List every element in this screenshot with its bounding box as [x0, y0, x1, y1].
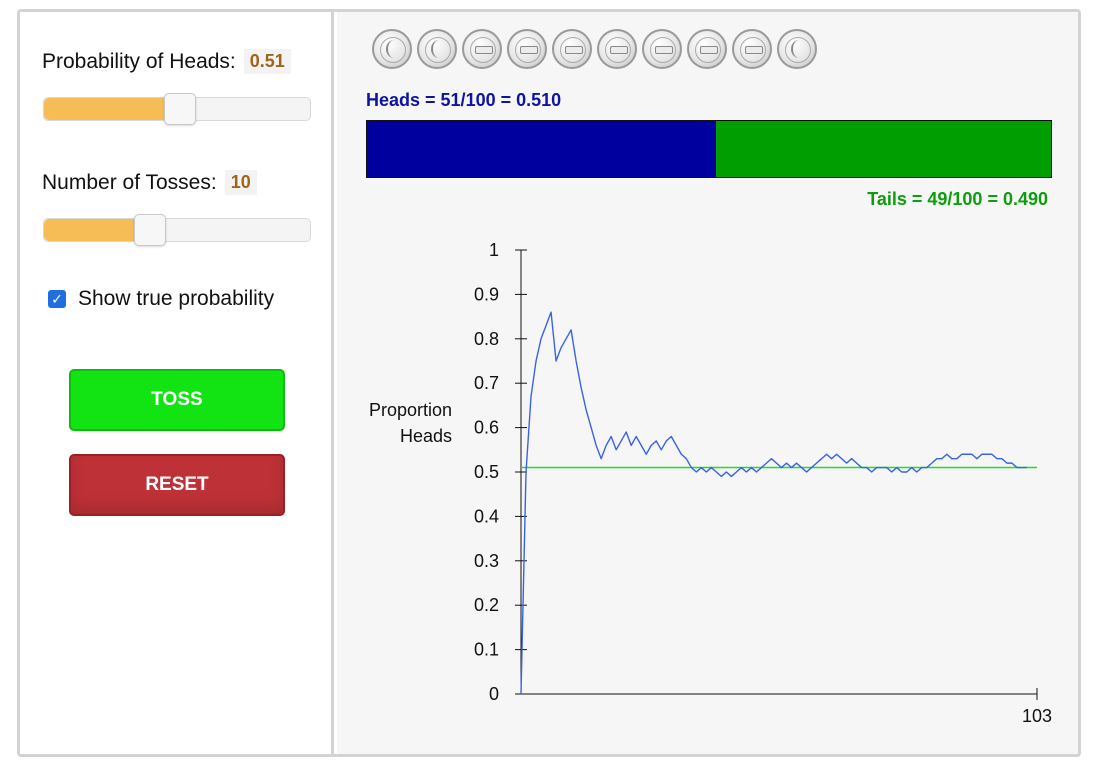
coin-tails-icon: [507, 29, 547, 69]
y-tick-label: 0.1: [474, 640, 499, 660]
y-tick-label: 0.5: [474, 462, 499, 482]
proportion-heads-chart: 0 0.1 0.2 0.3 0.4 0.5 0.6 0.7 0.8 0.9 1 103: [474, 240, 1052, 726]
prob-heads-label: Probability of Heads:: [42, 49, 236, 73]
coin-tails-icon: [552, 29, 592, 69]
prob-heads-slider[interactable]: [43, 93, 311, 125]
tosses-label: Number of Tosses:: [42, 170, 217, 194]
y-tick-label: 0.3: [474, 551, 499, 571]
y-tick-label: 0: [489, 684, 499, 704]
tosses-label-row: Number of Tosses: 10: [42, 170, 257, 195]
control-panel: Probability of Heads: 0.51 Number of Tos…: [20, 12, 334, 754]
coin-tails-icon: [732, 29, 772, 69]
coin-tails-icon: [687, 29, 727, 69]
heads-result-text: Heads = 51/100 = 0.510: [366, 90, 562, 110]
prob-heads-label-row: Probability of Heads: 0.51: [42, 49, 291, 74]
tails-proportion-segment: [715, 121, 1051, 177]
coin-tails-icon: [597, 29, 637, 69]
tosses-slider[interactable]: [43, 214, 311, 246]
tosses-value: 10: [224, 170, 257, 195]
results-panel: Heads = 51/100 = 0.510 Tails = 49/100 = …: [337, 12, 1078, 754]
simulation-frame: Probability of Heads: 0.51 Number of Tos…: [17, 9, 1081, 757]
x-tick-label: 103: [1022, 706, 1052, 726]
y-tick-label: 0.8: [474, 329, 499, 349]
coin-heads-icon: [372, 29, 412, 69]
y-tick-label: 0.6: [474, 418, 499, 438]
toss-button[interactable]: TOSS: [69, 369, 285, 431]
proportion-heads-series-line: [520, 311, 1027, 695]
coin-tails-icon: [642, 29, 682, 69]
prob-heads-slider-thumb[interactable]: [164, 93, 196, 125]
show-true-probability-row[interactable]: ✓ Show true probability: [48, 287, 274, 311]
prob-heads-slider-fill: [44, 98, 180, 120]
heads-proportion-segment: [367, 121, 716, 177]
show-true-probability-checkbox[interactable]: ✓: [48, 290, 66, 308]
prob-heads-value: 0.51: [243, 49, 291, 74]
tails-result-text: Tails = 49/100 = 0.490: [867, 189, 1048, 209]
y-tick-label: 1: [489, 240, 499, 260]
y-tick-label: 0.9: [474, 284, 499, 304]
tosses-slider-thumb[interactable]: [134, 214, 166, 246]
proportion-bar: [366, 120, 1052, 178]
reset-button[interactable]: RESET: [69, 454, 285, 516]
coin-heads-icon: [777, 29, 817, 69]
coin-tails-icon: [462, 29, 502, 69]
coin-heads-icon: [417, 29, 457, 69]
y-tick-label: 0.2: [474, 595, 499, 615]
y-tick-label: 0.4: [474, 506, 499, 526]
show-true-probability-label: Show true probability: [78, 287, 275, 310]
y-tick-label: 0.7: [474, 373, 499, 393]
coin-row: [372, 29, 817, 69]
